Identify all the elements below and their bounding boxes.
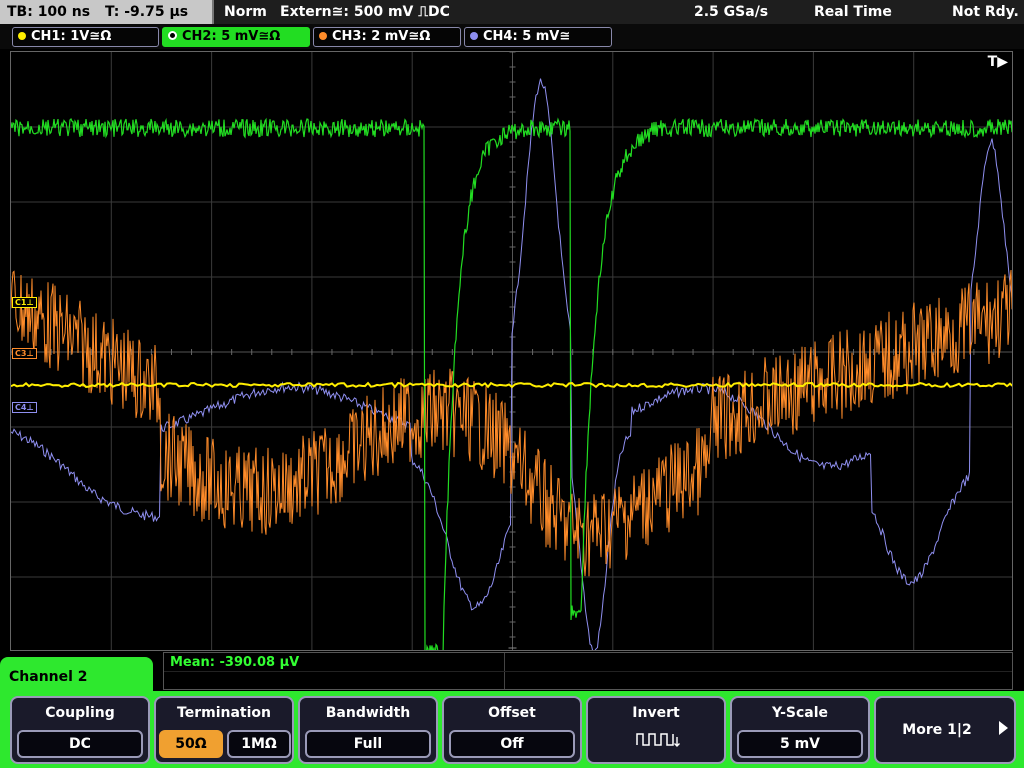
termination-title: Termination — [177, 705, 271, 721]
mean-measurement: Mean: -390.08 µV — [170, 655, 300, 670]
offset-softkey[interactable]: Offset Off — [442, 696, 582, 764]
more-title: More 1|2 — [902, 722, 972, 738]
trigger-mode[interactable]: Norm — [224, 0, 267, 24]
trigger-time-value: T: -9.75 µs — [104, 4, 189, 20]
ch1-color-dot — [18, 32, 26, 40]
ch1-reference-marker[interactable]: C1⊥ — [12, 297, 37, 308]
sample-rate: 2.5 GSa/s — [694, 4, 769, 20]
ch2-color-dot — [168, 31, 177, 40]
ch4-reference-marker[interactable]: C4⊥ — [12, 402, 37, 413]
waveform-display[interactable]: T▶ — [10, 51, 1013, 651]
invert-title: Invert — [632, 705, 680, 721]
offset-value[interactable]: Off — [449, 730, 575, 758]
coupling-softkey[interactable]: Coupling DC — [10, 696, 150, 764]
ch1-marker-label: C1 — [15, 298, 27, 307]
channel-tab-ch1[interactable]: CH1: 1V≅Ω — [12, 27, 159, 47]
ch4-color-dot — [470, 32, 478, 40]
ch3-color-dot — [319, 32, 327, 40]
termination-50ohm-option[interactable]: 50Ω — [159, 730, 223, 758]
ch1-label: CH1: 1V≅Ω — [31, 29, 112, 44]
yscale-softkey[interactable]: Y-Scale 5 mV — [730, 696, 870, 764]
coupling-title: Coupling — [45, 705, 115, 721]
ch4-label: CH4: 5 mV≅ — [483, 29, 571, 44]
acquisition-mode[interactable]: Real Time — [814, 0, 892, 24]
trigger-position-marker[interactable]: T▶ — [988, 54, 1008, 70]
timebase-box[interactable]: TB: 100 ns T: -9.75 µs — [0, 0, 214, 24]
acquisition-state: Not Rdy. — [952, 4, 1019, 20]
next-page-arrow-icon — [999, 721, 1008, 735]
invert-waveform-icon — [636, 733, 680, 747]
ch2-label: CH2: 5 mV≅Ω — [182, 29, 281, 44]
measure-divider-h — [164, 671, 1012, 672]
ch3-label: CH3: 2 mV≅Ω — [332, 29, 431, 44]
invert-softkey[interactable]: Invert — [586, 696, 726, 764]
bandwidth-value[interactable]: Full — [305, 730, 431, 758]
termination-softkey[interactable]: Termination 50Ω 1MΩ — [154, 696, 294, 764]
timebase-value: TB: 100 ns — [7, 4, 91, 20]
more-softkey[interactable]: More 1|2 — [874, 696, 1016, 764]
ch4-marker-label: C4 — [15, 403, 27, 412]
trigger-source[interactable]: Extern≅: 500 mV ⎍DC — [280, 0, 450, 24]
channel-tab-ch3[interactable]: CH3: 2 mV≅Ω — [313, 27, 461, 47]
channel-bar: CH1: 1V≅Ω CH2: 5 mV≅Ω CH3: 2 mV≅Ω CH4: 5… — [0, 24, 1024, 49]
waveform-traces — [11, 78, 1012, 650]
channel-tab-ch4[interactable]: CH4: 5 mV≅ — [464, 27, 612, 47]
ch3-reference-marker[interactable]: C3⊥ — [12, 348, 37, 359]
coupling-value[interactable]: DC — [17, 730, 143, 758]
offset-title: Offset — [488, 705, 536, 721]
termination-1mohm-option[interactable]: 1MΩ — [227, 730, 291, 758]
ch3-marker-label: C3 — [15, 349, 27, 358]
yscale-value[interactable]: 5 mV — [737, 730, 863, 758]
bandwidth-title: Bandwidth — [325, 705, 411, 721]
softkey-bar: Coupling DC Termination 50Ω 1MΩ Bandwidt… — [0, 691, 1024, 768]
yscale-title: Y-Scale — [771, 705, 828, 721]
channel-tab-ch2[interactable]: CH2: 5 mV≅Ω — [162, 27, 310, 47]
status-bar: TB: 100 ns T: -9.75 µs Norm Extern≅: 500… — [0, 0, 1024, 24]
bandwidth-softkey[interactable]: Bandwidth Full — [298, 696, 438, 764]
measurement-panel: Mean: -390.08 µV — [163, 652, 1013, 690]
